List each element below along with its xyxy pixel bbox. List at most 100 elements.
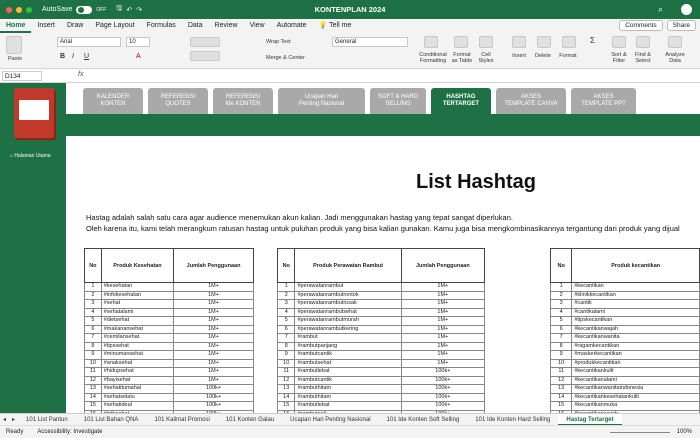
table-cell[interactable]: 100k+ <box>400 367 486 377</box>
table-cell[interactable]: 7 <box>84 333 102 343</box>
analyze-data-icon[interactable] <box>668 36 682 48</box>
table-cell[interactable]: 2 <box>84 290 102 300</box>
table-cell[interactable]: 100k+ <box>173 392 254 402</box>
sheet-tab[interactable]: Ucapan Hari Penting Nasional <box>282 414 378 425</box>
table-cell[interactable]: #cemilansehat <box>100 333 175 343</box>
table-cell[interactable]: 5 <box>84 316 102 326</box>
table-cell[interactable]: 14 <box>549 392 573 402</box>
nav-referensi-quotes[interactable]: REFERENSI QUOTES <box>148 88 208 114</box>
table-cell[interactable]: 12 <box>549 375 573 385</box>
tab-insert[interactable]: Insert <box>31 19 61 33</box>
table-cell[interactable]: 1M+ <box>400 282 486 292</box>
tab-data[interactable]: Data <box>182 19 209 33</box>
table-cell[interactable]: 1M+ <box>173 290 254 300</box>
table-cell[interactable]: 12 <box>276 375 296 385</box>
table-cell[interactable]: 1M+ <box>173 282 254 292</box>
nav-ucapan-hari-penting[interactable]: Ucapan Hari Penting Nasional <box>278 88 365 114</box>
table-cell[interactable]: 1M+ <box>173 341 254 351</box>
table-cell[interactable]: #rambuthitam <box>294 384 402 394</box>
table-cell[interactable]: #perawatanrambutmurah <box>294 316 402 326</box>
table-cell[interactable]: #minumansehat <box>100 350 175 360</box>
table-cell[interactable]: 1 <box>549 282 573 292</box>
sheet-tab[interactable]: 101 Konten Galau <box>218 414 282 425</box>
table-cell[interactable]: 6 <box>276 324 296 334</box>
sheet-tab-active[interactable]: Hastag Tertarget <box>558 414 622 425</box>
table-cell[interactable]: #kecantikanmuka <box>571 401 700 411</box>
function-icon[interactable]: fx <box>78 71 83 78</box>
table-cell[interactable]: 1M+ <box>400 350 486 360</box>
tab-formulas[interactable]: Formulas <box>141 19 182 33</box>
table-cell[interactable]: 3 <box>276 299 296 309</box>
find-select-icon[interactable] <box>636 36 650 48</box>
table-cell[interactable]: 1M+ <box>400 316 486 326</box>
table-cell[interactable]: #tipssehat <box>100 341 175 351</box>
table-cell[interactable]: #kesehatan <box>100 282 175 292</box>
table-cell[interactable]: 100k+ <box>400 401 486 411</box>
sheet-tab[interactable]: 101 List Pantun <box>18 414 76 425</box>
table-cell[interactable]: 14 <box>276 392 296 402</box>
sort-filter-icon[interactable] <box>612 36 626 48</box>
table-cell[interactable]: 1M+ <box>400 307 486 317</box>
table-cell[interactable]: 100k+ <box>173 384 254 394</box>
table-cell[interactable]: 2 <box>549 290 573 300</box>
table-cell[interactable]: 100k+ <box>400 375 486 385</box>
table-cell[interactable]: 11 <box>549 367 573 377</box>
table-cell[interactable]: #kecantikankesehatankulit <box>571 392 700 402</box>
cell-styles-icon[interactable] <box>479 36 493 48</box>
table-cell[interactable]: 1M+ <box>173 350 254 360</box>
table-cell[interactable]: 1 <box>84 282 102 292</box>
bold-button[interactable]: B <box>60 53 65 60</box>
table-cell[interactable]: #rambutlebat <box>294 401 402 411</box>
table-cell[interactable]: #hidupsehat <box>100 367 175 377</box>
sheet-tab[interactable]: 101 Ide Konten Hard Selling <box>467 414 558 425</box>
table-cell[interactable]: 4 <box>549 307 573 317</box>
table-cell[interactable]: 7 <box>276 333 296 343</box>
table-cell[interactable]: 6 <box>549 324 573 334</box>
underline-button[interactable]: U <box>84 53 89 60</box>
table-cell[interactable]: #kecantikan <box>571 282 700 292</box>
table-cell[interactable]: #makanansehat <box>100 324 175 334</box>
table-cell[interactable]: 1M+ <box>400 324 486 334</box>
account-avatar[interactable] <box>681 4 692 15</box>
accessibility-status[interactable]: Accessibility: Investigate <box>37 429 102 435</box>
italic-button[interactable]: I <box>72 53 74 60</box>
tab-automate[interactable]: Automate <box>271 19 313 33</box>
tab-review[interactable]: Review <box>209 19 244 33</box>
table-cell[interactable]: 9 <box>276 350 296 360</box>
table-cell[interactable]: 8 <box>549 341 573 351</box>
redo-icon[interactable]: ↷ <box>136 6 142 14</box>
table-cell[interactable]: 1M+ <box>173 358 254 368</box>
alignment-icons[interactable] <box>190 37 220 47</box>
table-cell[interactable]: #dietsehat <box>100 316 175 326</box>
table-cell[interactable]: 8 <box>276 341 296 351</box>
table-cell[interactable]: #perawatanrambutsehat <box>294 307 402 317</box>
share-button[interactable]: Share <box>666 20 696 31</box>
table-cell[interactable]: #rambutcantik <box>294 350 402 360</box>
table-cell[interactable]: #klinikkecantikan <box>571 290 700 300</box>
name-box[interactable]: D134 <box>2 71 42 81</box>
table-cell[interactable]: #kecantikanwanitaindonesia <box>571 384 700 394</box>
nav-referensi-ide-konten[interactable]: REFERENSI Ide KONTEN <box>213 88 273 114</box>
table-cell[interactable]: 1 <box>276 282 296 292</box>
table-cell[interactable]: #sehatalami <box>100 307 175 317</box>
table-cell[interactable]: #anaksehat <box>100 358 175 368</box>
table-cell[interactable]: 1M+ <box>173 307 254 317</box>
table-cell[interactable]: 5 <box>549 316 573 326</box>
table-cell[interactable]: #rambut <box>294 333 402 343</box>
merge-center-button[interactable]: Merge & Center <box>266 55 305 61</box>
nav-soft-hard-selling[interactable]: SOFT & HARD SELLING <box>370 88 426 114</box>
table-cell[interactable]: #cantik <box>571 299 700 309</box>
table-cell[interactable]: 1M+ <box>400 358 486 368</box>
tab-view[interactable]: View <box>244 19 271 33</box>
table-cell[interactable]: #maskerkecantikan <box>571 350 700 360</box>
table-cell[interactable]: #perawatanrambut <box>294 282 402 292</box>
table-cell[interactable]: 13 <box>276 384 296 394</box>
tell-me-search[interactable]: 💡 Tell me <box>313 19 358 33</box>
table-cell[interactable]: 4 <box>276 307 296 317</box>
wrap-text-button[interactable]: Wrap Text <box>266 39 291 45</box>
table-cell[interactable]: 15 <box>549 401 573 411</box>
table-cell[interactable]: #rambutlebat <box>294 367 402 377</box>
nav-kalender-konten[interactable]: KALENDER KONTEN <box>83 88 143 114</box>
table-cell[interactable]: 9 <box>549 350 573 360</box>
autosave-toggle[interactable] <box>76 5 93 14</box>
